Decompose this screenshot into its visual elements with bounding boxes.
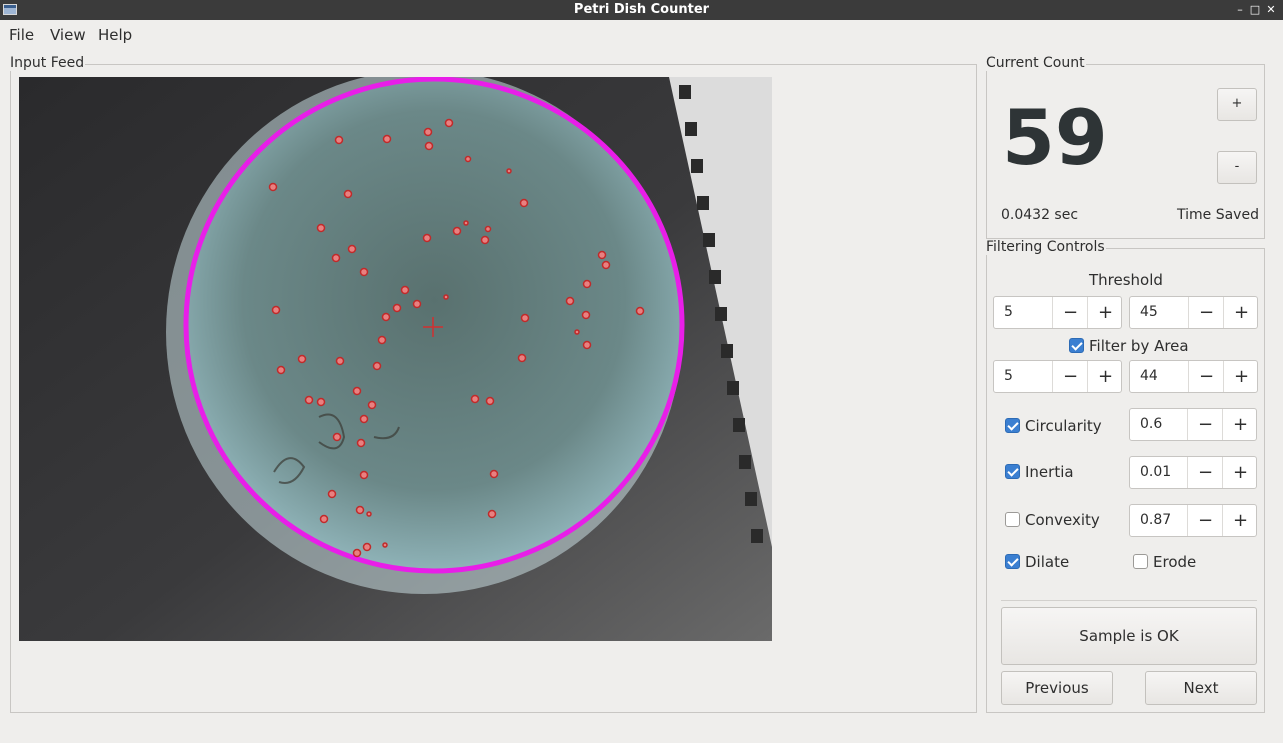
inertia-increment[interactable]: + [1222,457,1258,488]
petri-dish-svg [19,77,772,641]
input-feed-title: Input Feed [9,55,86,71]
current-count-title: Current Count [985,55,1086,71]
circularity-increment[interactable]: + [1222,409,1258,440]
threshold-max-increment[interactable]: + [1223,297,1259,328]
threshold-min-spinner[interactable]: 5 − + [993,296,1122,329]
threshold-min-increment[interactable]: + [1087,297,1123,328]
dilate-checkbox[interactable] [1005,554,1020,569]
filter-by-area-checkbox[interactable] [1069,338,1084,353]
area-min-increment[interactable]: + [1087,361,1123,392]
petri-dish-image[interactable] [19,77,772,641]
inertia-label: Inertia [1025,463,1074,481]
menu-bar: File View Help [0,20,1283,48]
inertia-spinner[interactable]: 0.01 − + [1129,456,1257,489]
inertia-value[interactable]: 0.01 [1140,464,1171,480]
count-value: 59 [1002,93,1108,182]
area-max-value[interactable]: 44 [1140,368,1158,384]
erode-label: Erode [1153,553,1197,571]
threshold-min-decrement[interactable]: − [1052,297,1088,328]
processing-time: 0.0432 sec [1001,207,1079,223]
convexity-value[interactable]: 0.87 [1140,512,1171,528]
separator [1001,600,1257,601]
menu-help[interactable]: Help [98,26,132,44]
convexity-checkbox[interactable] [1005,512,1020,527]
threshold-max-value[interactable]: 45 [1140,304,1158,320]
menu-view[interactable]: View [50,26,86,44]
maximize-icon[interactable]: □ [1248,3,1262,17]
threshold-min-value[interactable]: 5 [1004,304,1013,320]
sample-ok-button[interactable]: Sample is OK [1001,607,1257,665]
circularity-decrement[interactable]: − [1187,409,1223,440]
threshold-label: Threshold [1089,271,1163,289]
filtering-controls-title: Filtering Controls [985,239,1106,255]
convexity-spinner[interactable]: 0.87 − + [1129,504,1257,537]
circularity-spinner[interactable]: 0.6 − + [1129,408,1257,441]
convexity-label: Convexity [1025,511,1100,529]
previous-button[interactable]: Previous [1001,671,1113,705]
erode-checkbox[interactable] [1133,554,1148,569]
threshold-max-spinner[interactable]: 45 − + [1129,296,1258,329]
area-min-value[interactable]: 5 [1004,368,1013,384]
next-button[interactable]: Next [1145,671,1257,705]
close-icon[interactable]: ✕ [1264,3,1278,17]
convexity-increment[interactable]: + [1222,505,1258,536]
area-max-decrement[interactable]: − [1188,361,1224,392]
area-min-decrement[interactable]: − [1052,361,1088,392]
convexity-decrement[interactable]: − [1187,505,1223,536]
time-saved-label: Time Saved [1177,207,1259,223]
filter-by-area-label: Filter by Area [1089,337,1189,355]
minimize-icon[interactable]: – [1233,3,1247,17]
menu-file[interactable]: File [9,26,34,44]
inertia-decrement[interactable]: − [1187,457,1223,488]
circularity-value[interactable]: 0.6 [1140,416,1162,432]
area-max-increment[interactable]: + [1223,361,1259,392]
circularity-label: Circularity [1025,417,1102,435]
decrement-button[interactable]: - [1217,151,1257,184]
increment-button[interactable]: + [1217,88,1257,121]
window-title: Petri Dish Counter [573,2,710,17]
circularity-checkbox[interactable] [1005,418,1020,433]
title-bar: Petri Dish Counter – □ ✕ [0,0,1283,20]
threshold-max-decrement[interactable]: − [1188,297,1224,328]
inertia-checkbox[interactable] [1005,464,1020,479]
area-min-spinner[interactable]: 5 − + [993,360,1122,393]
area-max-spinner[interactable]: 44 − + [1129,360,1258,393]
dilate-label: Dilate [1025,553,1070,571]
